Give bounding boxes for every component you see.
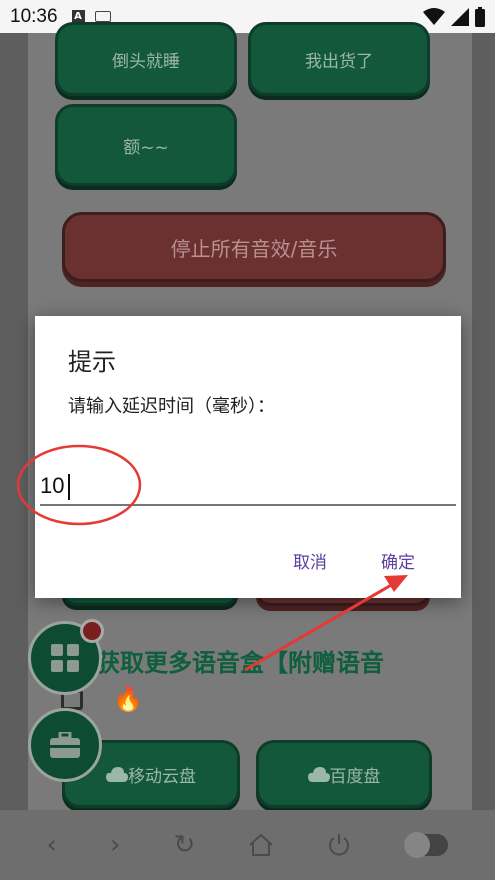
cloud-icon — [307, 767, 330, 782]
promo-text[interactable]: 获取更多语音盒【附赠语音 — [96, 643, 384, 678]
stop-button-label: 停止所有音效/音乐 — [170, 236, 338, 261]
refresh-icon[interactable]: ↻ — [173, 830, 195, 860]
wifi-icon — [423, 7, 445, 25]
forward-icon[interactable]: › — [110, 830, 120, 860]
sound-button-loot[interactable]: 我出货了 — [248, 22, 430, 96]
back-icon[interactable]: ‹ — [47, 830, 57, 860]
cloud-icon — [106, 767, 128, 782]
confirm-button[interactable]: 确定 — [381, 548, 415, 573]
toolbox-fab[interactable] — [28, 708, 102, 782]
signal-icon — [451, 7, 469, 26]
status-time: 10:36 — [10, 5, 58, 27]
home-icon[interactable] — [248, 833, 274, 857]
cloud-link-label: 百度盘 — [329, 766, 381, 787]
sound-button-label: 倒头就睡 — [112, 51, 180, 72]
keyboard-icon — [94, 11, 111, 22]
sound-button-label: 额~~ — [123, 137, 169, 158]
cancel-button[interactable]: 取消 — [293, 548, 327, 573]
sound-button-label: 我出货了 — [305, 51, 373, 72]
cloud-link-label: 移动云盘 — [128, 766, 196, 787]
text-caret — [68, 474, 70, 500]
toggle-switch[interactable] — [404, 832, 449, 858]
grid-icon — [51, 644, 79, 672]
dialog-message: 请输入延迟时间（毫秒）： — [68, 396, 275, 417]
sound-button-uh[interactable]: 额~~ — [55, 104, 237, 186]
delay-dialog: 提示 请输入延迟时间（毫秒）： 取消 确定 — [35, 316, 461, 598]
stop-all-sounds-button[interactable]: 停止所有音效/音乐 — [62, 212, 446, 282]
notification-badge — [80, 619, 104, 643]
fire-icon: 🔥 — [113, 685, 143, 713]
bottom-nav-bar: ‹ › ↻ — [0, 810, 495, 880]
toolbox-icon — [50, 732, 80, 758]
battery-icon — [475, 6, 485, 27]
delay-input[interactable] — [40, 468, 456, 506]
power-icon[interactable] — [327, 833, 351, 857]
cloud-link-baidu[interactable]: 百度盘 — [256, 740, 432, 808]
dialog-title: 提示 — [68, 348, 116, 376]
sound-button-sleep[interactable]: 倒头就睡 — [55, 22, 237, 96]
status-icons — [423, 6, 485, 27]
